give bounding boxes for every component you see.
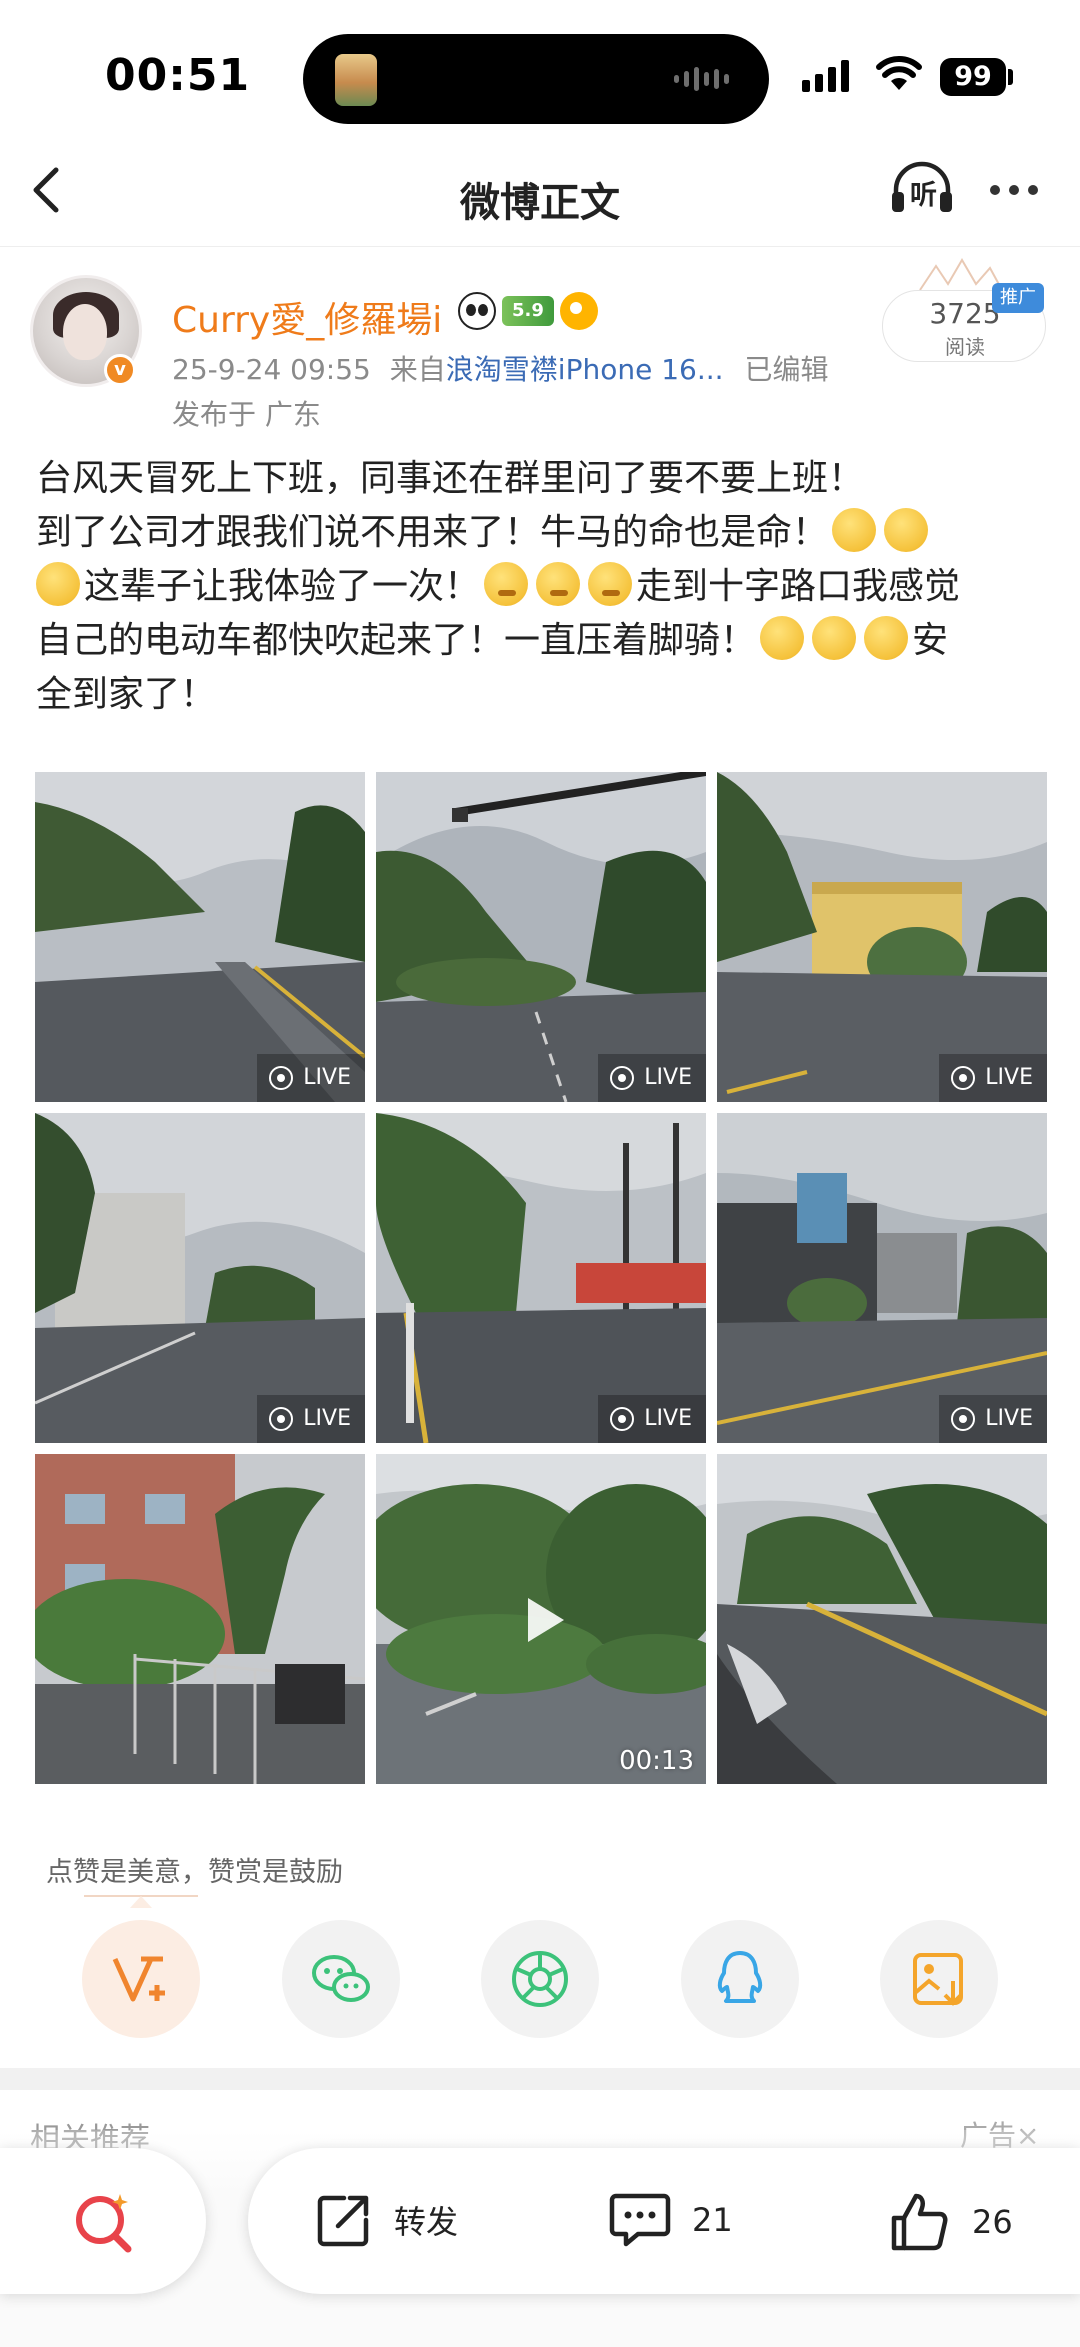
nav-divider (0, 246, 1080, 247)
status-time: 00:51 (105, 50, 251, 101)
share-qq-button[interactable] (681, 1920, 799, 2038)
photo-9[interactable] (717, 1454, 1047, 1784)
save-image-button[interactable] (880, 1920, 998, 2038)
wechat-icon (312, 1955, 370, 2002)
sitting-emoji-icon (864, 616, 909, 660)
weibo-post-screen: 00:51 99 微博正文 听 v Curry愛_修羅場i 5.9 25-9-2… (0, 0, 1080, 2347)
post-location: 发布于 广东 (172, 398, 321, 431)
photo-6[interactable]: LIVE (717, 1113, 1047, 1443)
post-line-3b-text: 走到十字路口我感觉 (636, 566, 961, 607)
post-line-4b-text: 安 (912, 620, 949, 661)
post-source-link[interactable]: 浪淘雪襟iPhone 16... (446, 353, 724, 386)
photo-7[interactable] (35, 1454, 365, 1784)
post-line-5: 全到家了！ (36, 674, 217, 715)
search-button[interactable] (0, 2148, 206, 2294)
edited-label[interactable]: 已编辑 (744, 353, 828, 386)
author-name[interactable]: Curry愛_修羅場i (172, 291, 442, 343)
post-line-3: 这辈子让我体验了一次！ 走到十字路口我感觉 (36, 560, 1046, 614)
search-icon (76, 2194, 132, 2253)
reward-v-icon (112, 1956, 165, 2002)
cellular-signal-icon (802, 60, 849, 92)
fan-badge-icon (559, 292, 598, 330)
now-playing-thumbnail (335, 54, 377, 106)
source-prefix: 来自 (389, 353, 446, 386)
post-line-3-text: 这辈子让我体验了一次！ (84, 566, 481, 607)
like-button[interactable]: 26 (888, 2190, 1013, 2254)
moments-icon (512, 1951, 568, 2007)
sweat-emoji-icon (588, 562, 633, 606)
thumbs-up-icon (891, 2193, 948, 2251)
smirk-emoji-icon (832, 508, 877, 552)
like-count: 26 (972, 2203, 1013, 2241)
live-label: LIVE (985, 1065, 1033, 1090)
post-line-4-text: 自己的电动车都快吹起来了！一直压着脚骑！ (36, 620, 757, 661)
more-options-icon[interactable] (990, 185, 1038, 195)
post-meta: 25-9-24 09:55 来自浪淘雪襟iPhone 16... 已编辑 (172, 348, 828, 388)
live-badge: LIVE (939, 1054, 1047, 1102)
listen-label: 听 (910, 180, 937, 211)
share-wechat-button[interactable] (282, 1920, 400, 2038)
author-badges[interactable]: 5.9 (458, 292, 598, 330)
photo-1[interactable]: LIVE (35, 772, 365, 1102)
wifi-icon (876, 56, 922, 96)
repost-icon (317, 2195, 369, 2247)
post-body: 台风天冒死上下班，同事还在群里问了要不要上班！ 到了公司才跟我们说不用来了！牛马… (36, 452, 1046, 722)
verified-badge-icon: v (104, 354, 136, 386)
read-label: 阅读 (945, 335, 985, 359)
repost-label: 转发 (394, 2203, 459, 2241)
smirk-emoji-icon (36, 562, 80, 606)
share-moments-button[interactable] (481, 1920, 599, 2038)
live-label: LIVE (644, 1065, 692, 1090)
live-badge: LIVE (598, 1395, 706, 1443)
live-badge: LIVE (257, 1395, 365, 1443)
sweat-emoji-icon (484, 562, 529, 606)
live-label: LIVE (303, 1065, 351, 1090)
battery-indicator: 99 (940, 58, 1006, 96)
reward-button[interactable] (82, 1920, 200, 2038)
post-line-2-text: 到了公司才跟我们说不用来了！牛马的命也是命！ (36, 512, 829, 553)
panda-badge-icon (458, 292, 496, 330)
reward-hint: 点赞是美意，赞赏是鼓励 (46, 1857, 343, 1888)
dynamic-island[interactable] (303, 34, 769, 124)
listen-button[interactable]: 听 (888, 160, 964, 220)
sitting-emoji-icon (760, 616, 805, 660)
live-label: LIVE (985, 1406, 1033, 1431)
save-image-icon (913, 1953, 963, 2006)
photo-4[interactable]: LIVE (35, 1113, 365, 1443)
video-thumbnail[interactable]: 00:13 (376, 1454, 706, 1784)
action-bar: 转发 21 26 (248, 2148, 1080, 2294)
post-line-2: 到了公司才跟我们说不用来了！牛马的命也是命！ (36, 506, 1046, 560)
live-badge: LIVE (939, 1395, 1047, 1443)
comment-button[interactable]: 21 (608, 2190, 733, 2250)
post-time: 25-9-24 09:55 (172, 353, 371, 386)
play-icon[interactable] (516, 1594, 568, 1646)
comment-icon (609, 2193, 671, 2247)
post-line-1: 台风天冒死上下班，同事还在群里问了要不要上班！ (36, 458, 865, 499)
live-label: LIVE (644, 1406, 692, 1431)
live-badge: LIVE (257, 1054, 365, 1102)
battery-nub (1008, 69, 1013, 85)
reward-caret (130, 1896, 152, 1908)
sitting-emoji-icon (812, 616, 857, 660)
qq-icon (717, 1951, 763, 2003)
repost-button[interactable]: 转发 (314, 2190, 458, 2250)
section-divider (0, 2068, 1080, 2090)
promote-tag[interactable]: 推广 (992, 283, 1044, 313)
smirk-emoji-icon (884, 508, 929, 552)
photo-2[interactable]: LIVE (376, 772, 706, 1102)
comment-count: 21 (692, 2201, 733, 2239)
level-badge: 5.9 (502, 296, 554, 326)
live-label: LIVE (303, 1406, 351, 1431)
video-duration: 00:13 (619, 1746, 694, 1776)
sweat-emoji-icon (536, 562, 581, 606)
photo-3[interactable]: LIVE (717, 772, 1047, 1102)
audio-wave-icon (674, 66, 729, 92)
live-badge: LIVE (598, 1054, 706, 1102)
photo-5[interactable]: LIVE (376, 1113, 706, 1443)
post-line-4: 自己的电动车都快吹起来了！一直压着脚骑！ 安 (36, 614, 1046, 668)
